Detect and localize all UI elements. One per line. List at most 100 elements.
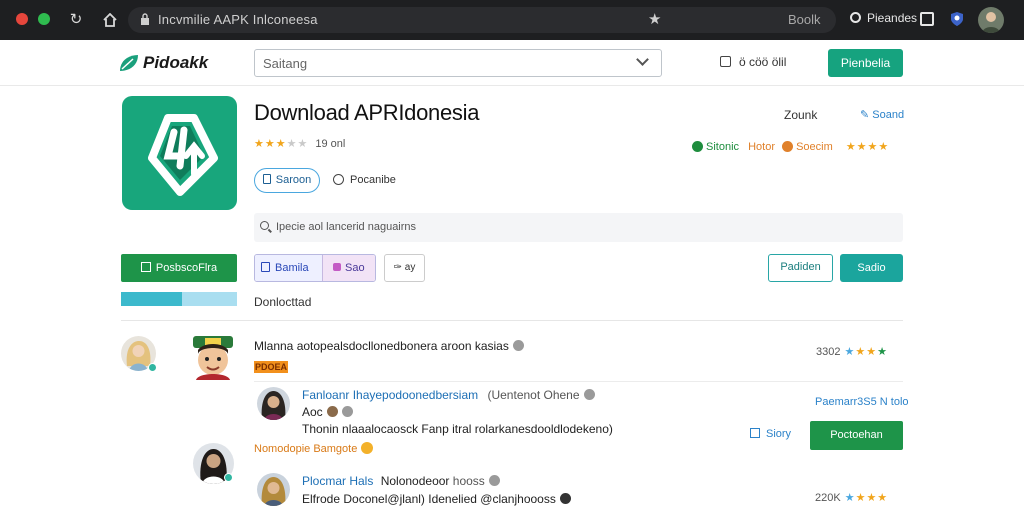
comment-3-body: Elfrode Doconel@jlanl) Idenelied @clanjh… bbox=[302, 492, 571, 506]
reply-button-label: Siory bbox=[766, 428, 792, 440]
profile-name: Pieandes bbox=[867, 11, 918, 25]
more-icon[interactable] bbox=[512, 340, 524, 351]
app-rating: ★★★★★ 19 onl bbox=[254, 137, 345, 150]
tool-button-label: ay bbox=[404, 262, 416, 273]
clock-icon bbox=[333, 174, 344, 185]
verified-badge: Sitonic bbox=[692, 141, 739, 153]
verified-badge-label: Sitonic bbox=[706, 141, 740, 153]
download-button[interactable]: PosbscoFlra bbox=[121, 254, 237, 282]
comment-score: 220K ★★★★ bbox=[815, 491, 888, 504]
note-badge: Hotor bbox=[748, 141, 775, 153]
search-icon bbox=[260, 221, 269, 230]
reply-body: Thonin nlaaalocaosck Fanp itral rolarkan… bbox=[302, 422, 613, 436]
rating-stars: ★★★★★ bbox=[254, 138, 309, 150]
avatar[interactable] bbox=[188, 334, 238, 380]
pencil-icon: ✎ bbox=[860, 109, 870, 121]
reply-line2-text: Aoc bbox=[302, 405, 323, 419]
primary-pill-label: Saroon bbox=[275, 174, 312, 186]
social-badge-label: Soecim bbox=[796, 141, 833, 153]
browser-chrome: ↻ Incvmilie AAPK Inlconeesa ★ Boolk Piea… bbox=[0, 0, 1024, 40]
reply-author[interactable]: Fanloanr Ihayepodoonedbersiam bbox=[302, 388, 478, 402]
section-divider bbox=[121, 320, 903, 321]
comment-tag: PDOEA bbox=[254, 361, 288, 373]
reaction-note: Nomodopie Bamgote bbox=[254, 442, 374, 455]
comment-3-body-text: Elfrode Doconel@jlanl) Idenelied @clanjh… bbox=[302, 492, 556, 506]
tab-a[interactable]: Bamila bbox=[255, 255, 322, 281]
header-cta-button[interactable]: Pienbelia bbox=[828, 49, 903, 77]
zoom-link[interactable]: Zounk bbox=[784, 108, 817, 122]
comment-text: Mlanna aotopealsdocllonedbonera aroon ka… bbox=[254, 339, 524, 353]
profile-button[interactable]: Pieandes bbox=[850, 11, 917, 25]
comment-3-stars: ★★★★ bbox=[844, 492, 889, 504]
site-search-select[interactable]: Saitang bbox=[254, 49, 662, 77]
comment-3-author[interactable]: Plocmar Hals bbox=[302, 474, 373, 488]
primary-pill-button[interactable]: Saroon bbox=[254, 168, 320, 193]
reply-action-button[interactable]: Poctoehan bbox=[810, 421, 903, 450]
outline-button[interactable]: Padiden bbox=[768, 254, 833, 282]
comment-1-stars: ★★★★ bbox=[844, 346, 888, 358]
tool-button[interactable]: ✑ ay bbox=[384, 254, 425, 282]
site-search-placeholder: Saitang bbox=[263, 56, 308, 71]
header-info[interactable]: ö cöö ölil bbox=[720, 55, 786, 69]
download-status: Donlocttad bbox=[254, 295, 312, 309]
site-header: Pidoakk Saitang ö cöö ölil Pienbelia bbox=[0, 40, 1024, 86]
zoom-indicator[interactable]: Boolk bbox=[788, 12, 821, 27]
favorite-link-label: Pocanibe bbox=[350, 174, 396, 186]
chevron-down-icon bbox=[636, 53, 649, 66]
reply-button[interactable]: Siory bbox=[750, 428, 791, 440]
download-progress-fill bbox=[121, 292, 183, 306]
reply-header: Fanloanr Ihayepodoonedbersiam (Uentenot … bbox=[302, 388, 595, 402]
comment-1-text: Mlanna aotopealsdocllonedbonera aroon ka… bbox=[254, 339, 509, 353]
url-text: Incvmilie AAPK Inlconeesa bbox=[158, 12, 318, 27]
more-icon[interactable] bbox=[341, 406, 353, 417]
more-icon[interactable] bbox=[559, 493, 571, 504]
header-info-text: ö cöö ölil bbox=[739, 55, 787, 69]
download-icon bbox=[140, 262, 151, 272]
tab-b[interactable]: Sao bbox=[322, 255, 375, 281]
app-search-input[interactable]: Ipecie aol lancerid naguairns bbox=[254, 213, 903, 242]
tab-a-label: Bamila bbox=[275, 262, 309, 274]
logo-wordmark: Pidoakk bbox=[143, 53, 209, 72]
reply-meta: (Uentenot Ohene bbox=[487, 388, 580, 402]
download-button-label: PosbscoFlra bbox=[155, 262, 218, 274]
comment-3-meta2: hooss bbox=[452, 474, 485, 488]
favorite-link[interactable]: Pocanibe bbox=[333, 174, 396, 186]
address-bar[interactable]: Incvmilie AAPK Inlconeesa ★ Boolk bbox=[128, 7, 836, 33]
rating-count: 19 onl bbox=[315, 138, 346, 150]
teal-button[interactable]: Sadio bbox=[840, 254, 903, 282]
more-icon[interactable] bbox=[583, 389, 595, 400]
close-window-button[interactable] bbox=[16, 13, 28, 25]
maximize-window-button[interactable] bbox=[38, 13, 50, 25]
home-icon[interactable] bbox=[100, 10, 120, 30]
check-circle-icon bbox=[692, 141, 703, 152]
tab-a-icon bbox=[261, 262, 270, 272]
coin-icon bbox=[782, 141, 794, 152]
send-link-label: Soand bbox=[872, 109, 905, 121]
reply-right-link[interactable]: Paemarr3S5 N tolo bbox=[815, 396, 909, 408]
more-icon[interactable] bbox=[488, 475, 500, 486]
document-icon bbox=[262, 174, 271, 184]
bookmark-star-icon[interactable]: ★ bbox=[648, 10, 661, 28]
shield-extension-icon[interactable] bbox=[950, 11, 964, 27]
app-icon bbox=[122, 96, 237, 210]
reaction-note-text: Nomodopie Bamgote bbox=[254, 443, 358, 455]
segmented-tabs: Bamila Sao bbox=[254, 254, 376, 282]
avatar[interactable] bbox=[257, 387, 290, 420]
tab-b-icon bbox=[333, 263, 341, 271]
online-indicator bbox=[148, 363, 157, 372]
reload-icon[interactable]: ↻ bbox=[66, 10, 86, 30]
app-search-placeholder: Ipecie aol lancerid naguairns bbox=[276, 221, 417, 233]
avatar[interactable] bbox=[257, 473, 290, 506]
emoji-icon bbox=[326, 406, 338, 417]
download-progress-bar bbox=[121, 292, 237, 306]
user-avatar[interactable] bbox=[978, 7, 1004, 33]
extension-icon[interactable] bbox=[920, 12, 934, 26]
comment-1-score: 3302 bbox=[816, 346, 841, 358]
page-title: Download APRIdonesia bbox=[254, 100, 480, 125]
send-link[interactable]: ✎ Soand bbox=[860, 108, 904, 121]
leaf-logo-icon bbox=[120, 55, 138, 71]
info-box-icon bbox=[720, 56, 731, 67]
brush-icon: ✑ bbox=[393, 262, 403, 273]
comment-3-header: Plocmar Hals Nolonodeoor hooss bbox=[302, 474, 500, 488]
app-badges: Sitonic Hotor Soecim ★★★★ bbox=[692, 140, 889, 153]
